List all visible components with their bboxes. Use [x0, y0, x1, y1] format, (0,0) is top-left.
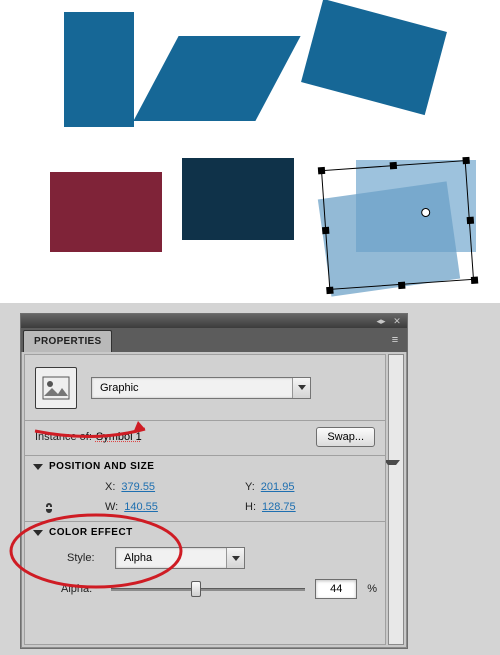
- h-label: H:: [245, 501, 256, 513]
- shape-rect: [182, 158, 294, 240]
- percent-label: %: [367, 583, 377, 595]
- instance-type-row: Graphic: [25, 355, 385, 421]
- w-label: W:: [105, 501, 118, 513]
- instance-of-row: Instance of: Symbol 1 Swap...: [25, 421, 385, 456]
- panel-window-controls: ◂▸ ✕: [21, 314, 407, 328]
- lock-aspect-icon[interactable]: [40, 501, 58, 515]
- image-placeholder-icon: [42, 376, 70, 400]
- style-row: Style: Alpha: [25, 543, 385, 573]
- chevron-down-icon: [226, 548, 244, 568]
- wh-row: W: 140.55 H: 128.75: [25, 497, 385, 517]
- chevron-down-icon: [33, 464, 43, 470]
- style-value: Alpha: [116, 552, 226, 564]
- alpha-row: Alpha: %: [25, 573, 385, 605]
- x-value[interactable]: 379.55: [121, 481, 155, 493]
- style-label: Style:: [67, 552, 107, 564]
- panel-vscrollbar[interactable]: [388, 354, 404, 645]
- color-effect-style-select[interactable]: Alpha: [115, 547, 245, 569]
- y-value[interactable]: 201.95: [261, 481, 295, 493]
- chevron-down-icon: [292, 378, 310, 398]
- section-header-position-size[interactable]: POSITION AND SIZE: [25, 456, 385, 477]
- section-title: COLOR EFFECT: [49, 527, 133, 538]
- panel-body: Graphic Instance of: Symbol 1 Swap... PO…: [21, 352, 407, 648]
- instance-type-select[interactable]: Graphic: [91, 377, 311, 399]
- shape-rect: [133, 36, 300, 121]
- y-label: Y:: [245, 481, 255, 493]
- panel-menu-icon[interactable]: ≡: [387, 332, 403, 348]
- chevron-down-icon: [33, 530, 43, 536]
- w-value[interactable]: 140.55: [124, 501, 158, 513]
- section-title: POSITION AND SIZE: [49, 461, 154, 472]
- panel-stage: ◂▸ ✕ PROPERTIES ≡: [0, 303, 500, 655]
- alpha-label: Alpha:: [61, 583, 101, 595]
- tab-properties[interactable]: PROPERTIES: [23, 330, 112, 352]
- h-value[interactable]: 128.75: [262, 501, 296, 513]
- properties-panel: ◂▸ ✕ PROPERTIES ≡: [20, 313, 408, 649]
- selected-symbol-instance[interactable]: [326, 166, 466, 294]
- close-icon[interactable]: ✕: [389, 315, 405, 327]
- symbol-thumbnail: [35, 367, 77, 409]
- section-header-color-effect[interactable]: COLOR EFFECT: [25, 522, 385, 543]
- shape-rect: [64, 12, 134, 127]
- canvas-stage: [0, 0, 500, 303]
- alpha-slider[interactable]: [111, 581, 305, 597]
- alpha-input[interactable]: [315, 579, 357, 599]
- dock-icon[interactable]: ◂▸: [373, 315, 389, 327]
- instance-name: Symbol 1: [96, 431, 142, 443]
- x-label: X:: [105, 481, 115, 493]
- swap-button[interactable]: Swap...: [316, 427, 375, 447]
- panel-tabbar: PROPERTIES ≡: [21, 328, 407, 352]
- instance-of-label: Instance of:: [35, 431, 92, 443]
- xy-row: X: 379.55 Y: 201.95: [25, 477, 385, 497]
- instance-type-value: Graphic: [92, 382, 292, 394]
- shape-rect: [50, 172, 162, 252]
- shape-rect: [301, 0, 447, 115]
